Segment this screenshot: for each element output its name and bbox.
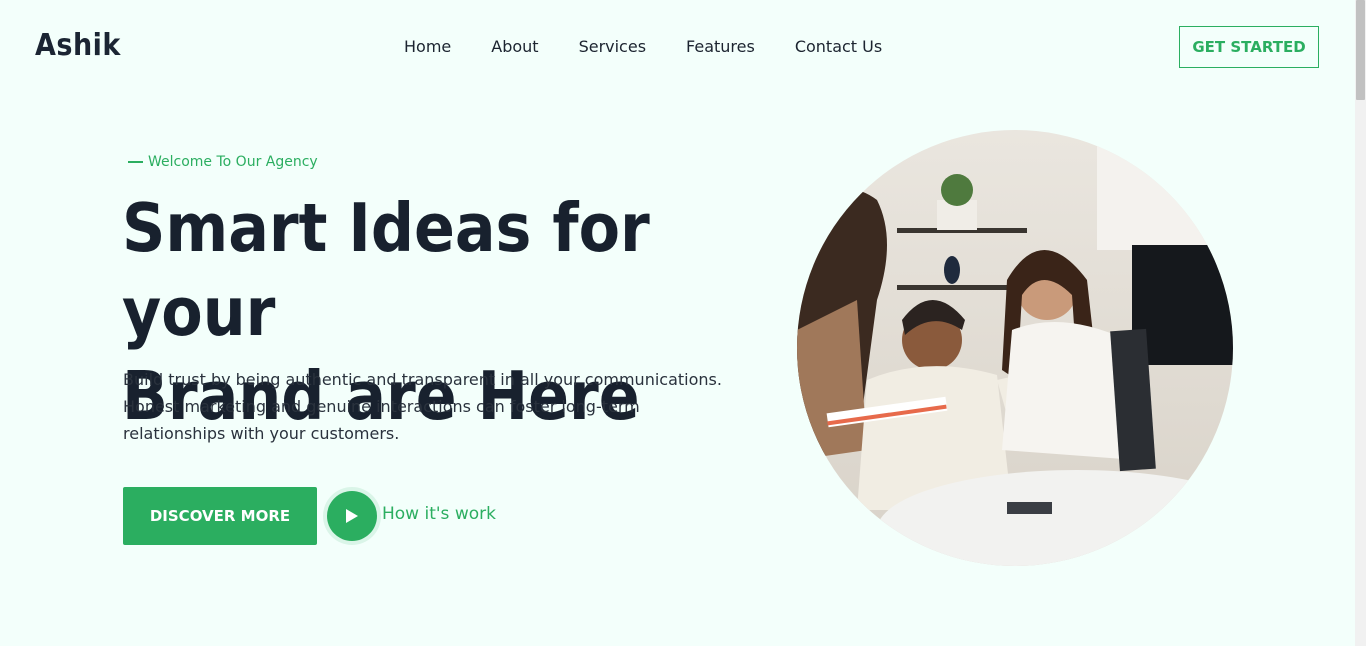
- hero-tagline: Welcome To Our Agency: [128, 154, 318, 170]
- play-video-button[interactable]: [323, 487, 381, 545]
- tagline-text: Welcome To Our Agency: [148, 154, 318, 170]
- scrollbar-thumb[interactable]: [1356, 0, 1365, 100]
- get-started-button[interactable]: GET STARTED: [1179, 26, 1319, 68]
- site-header: Ashik Home About Services Features Conta…: [0, 0, 1355, 95]
- tagline-divider: [128, 161, 143, 163]
- main-nav: Home About Services Features Contact Us: [404, 37, 922, 56]
- site-logo[interactable]: Ashik: [35, 28, 121, 63]
- team-photo: [797, 130, 1233, 566]
- play-circle: [327, 491, 377, 541]
- hero-title-line-1: Smart Ideas for your: [122, 189, 650, 351]
- team-photo-illustration: [797, 130, 1233, 566]
- discover-more-button[interactable]: DISCOVER MORE: [123, 487, 317, 545]
- hero-description: Build trust by being authentic and trans…: [123, 370, 722, 443]
- nav-about[interactable]: About: [491, 37, 538, 56]
- nav-features[interactable]: Features: [686, 37, 755, 56]
- how-it-works-link[interactable]: How it's work: [382, 504, 496, 524]
- play-icon: [346, 509, 358, 523]
- nav-contact[interactable]: Contact Us: [795, 37, 882, 56]
- nav-services[interactable]: Services: [579, 37, 646, 56]
- page-scrollbar[interactable]: [1355, 0, 1366, 646]
- nav-home[interactable]: Home: [404, 37, 451, 56]
